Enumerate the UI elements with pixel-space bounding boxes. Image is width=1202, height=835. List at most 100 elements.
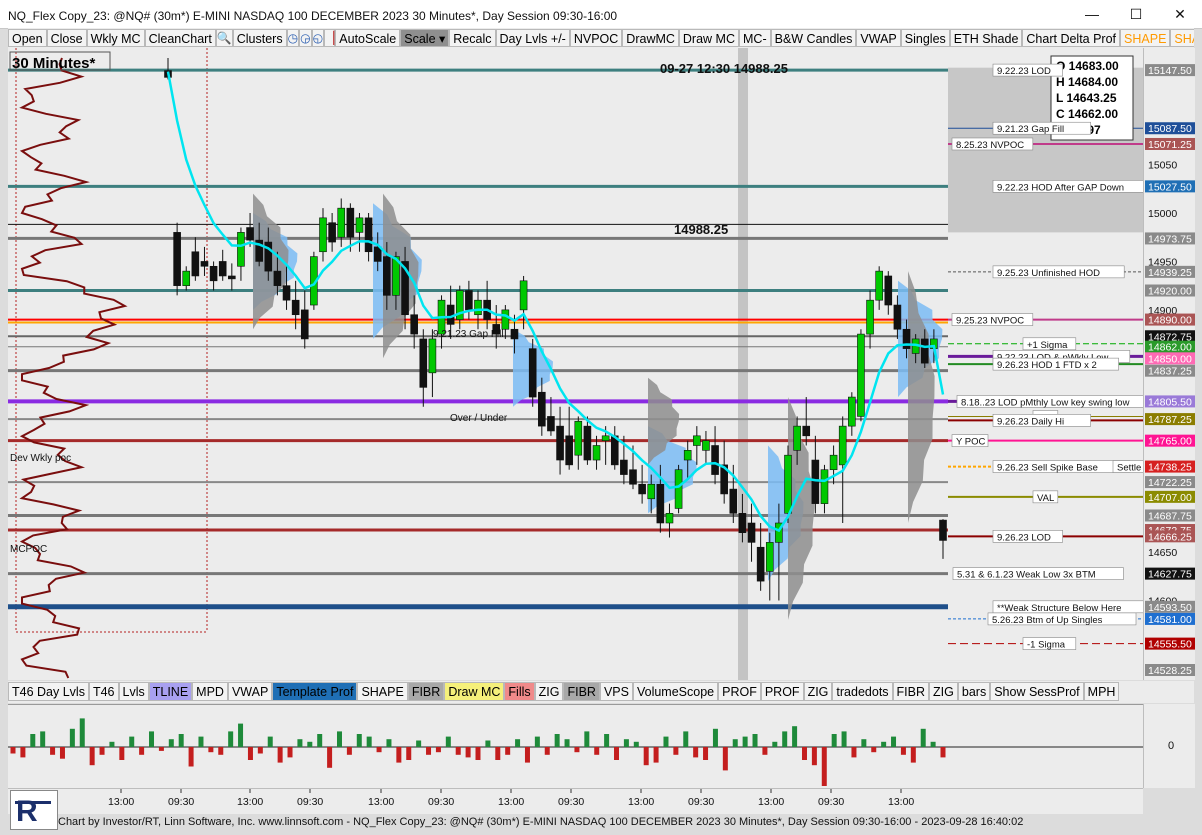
candle-body-68 [784,454,792,514]
delta-bar-29 [297,739,303,747]
candle-body-9 [246,227,254,241]
open-button[interactable]: Open [8,29,47,47]
drawmc-button[interactable]: DrawMC [622,29,679,47]
level-label-6: +1 Sigma [1027,340,1068,351]
delta-bar-25 [257,747,263,754]
candle-body-18 [328,222,336,243]
wkly-mc-button[interactable]: Wkly MC [86,29,145,47]
mpd-button[interactable]: MPD [192,682,228,701]
bw-candles-button[interactable]: B&W Candles [770,29,857,47]
level-label-17: 5.31 & 6.1.23 Weak Low 3x BTM [957,570,1096,581]
candle-settings-icon[interactable]: ▕ [324,29,336,47]
scale-dropdown[interactable]: Scale ▾ [400,29,450,47]
clock-plus-icon[interactable]: ◶ [299,29,312,47]
delta-bar-69 [693,747,699,758]
zoom-icon[interactable]: 🔍 [215,29,233,47]
top-toolbar: Open Close Wkly MC CleanChart 🔍 Clusters… [8,28,1194,48]
nvpoc-button[interactable]: NVPOC [569,29,623,47]
fibr-button-3[interactable]: FIBR [892,682,930,701]
singles-button[interactable]: Singles [900,29,950,47]
level-label-11: 9.26.23 Daily Hi [997,416,1064,427]
price-chart-area[interactable]: 30 Minutes* 09-27 12:30 14988.25 14988.25 D… [8,48,1173,680]
draw-mc-study-button[interactable]: Draw MC [444,682,505,701]
delta-bar-68 [683,731,689,747]
time-tick-10: 13:00 [758,796,784,808]
prof-button-1[interactable]: PROF [718,682,761,701]
lvls-button[interactable]: Lvls [118,682,149,701]
template-prof-button[interactable]: Template Prof [272,682,358,701]
t46-button[interactable]: T46 [88,682,119,701]
candle-body-46 [583,425,592,461]
prof-button-2[interactable]: PROF [760,682,804,701]
mph-button[interactable]: MPH [1083,682,1120,701]
recalc-button[interactable]: Recalc [449,29,496,47]
delta-bar-20 [208,747,214,753]
day-levels-button[interactable]: Day Lvls +/- [495,29,570,47]
price-tick-0: 15147.50 [1148,65,1192,77]
delta-subchart[interactable] [8,704,1143,789]
close-button[interactable]: Close [46,29,87,47]
level-label-5: 9.25.23 NVPOC [956,316,1024,327]
zig-button-3[interactable]: ZIG [929,682,958,701]
candle-body-38 [510,328,519,340]
volumescope-button[interactable]: VolumeScope [632,682,719,701]
fills-button[interactable]: Fills [504,682,535,701]
price-tick-9: 14920.00 [1148,286,1192,298]
vwap-button[interactable]: VWAP [856,29,901,47]
delta-bar-19 [198,736,204,747]
delta-bar-62 [623,739,629,747]
t46-day-lvls-button[interactable]: T46 Day Lvls [8,682,89,701]
delta-bar-64 [643,747,649,766]
sha-button[interactable]: SHA [1170,29,1194,47]
clusters-button[interactable]: Clusters [232,29,287,47]
delta-bar-40 [406,747,412,760]
maximize-button[interactable]: ☐ [1114,0,1158,28]
zig-button-2[interactable]: ZIG [803,682,833,701]
bars-button[interactable]: bars [957,682,991,701]
shape-button[interactable]: SHAPE [1120,29,1171,47]
candle-body-24 [383,256,391,296]
fibr-button-1[interactable]: FIBR [407,682,445,701]
fibr-button-2[interactable]: FIBR [563,682,600,701]
candle-body-48 [601,435,610,441]
delta-bar-38 [386,739,392,747]
mc-minus-button[interactable]: MC- [739,29,771,47]
eth-shade-button[interactable]: ETH Shade [949,29,1023,47]
zig-button-1[interactable]: ZIG [534,682,564,701]
candle-body-3 [191,251,200,277]
time-axis: 13:00 09:30 13:00 09:30 13:00 09:30 13:00 09:30… [8,788,1143,814]
shape-study-button[interactable]: SHAPE [357,682,408,701]
level-label-13: 9.26.23 Sell Spike Base [997,463,1098,474]
price-axis[interactable]: 15147.50 15087.50 15071.25 15050 15027.50 150… [1143,48,1195,680]
time-tick-3: 09:30 [297,796,323,808]
show-sessprof-button[interactable]: Show SessProf [990,682,1084,701]
draw-mc-button[interactable]: Draw MC [678,29,739,47]
dev-wkly-poc-label: Dev Wkly poc [10,453,71,464]
candle-body-50 [620,459,628,475]
autoscale-button[interactable]: AutoScale [335,29,401,47]
tline-button[interactable]: TLINE [148,682,193,701]
candle-body-64 [747,522,756,543]
clock-minus-icon[interactable]: ◵ [311,29,325,47]
price-tick-1: 15087.50 [1148,123,1192,135]
candle-body-74 [838,425,847,466]
vps-button[interactable]: VPS [599,682,633,701]
candle-body-85 [939,519,947,541]
price-chart[interactable]: 30 Minutes* 09-27 12:30 14988.25 14988.25 D… [8,48,1173,680]
delta-bar-34 [346,747,352,755]
price-tick-15: 14837.25 [1148,366,1192,378]
candle-body-79 [884,275,893,306]
candle-body-76 [857,333,865,417]
delta-bar-51 [515,739,521,747]
delta-bar-6 [69,728,75,747]
candle-body-42 [547,416,555,432]
clean-chart-button[interactable]: CleanChart [144,29,216,47]
clock-icon[interactable]: ◷ [286,29,300,47]
vwap-study-button[interactable]: VWAP [227,682,273,701]
level-label-0: 9.22.23 LOD [997,66,1051,77]
tradedots-button[interactable]: tradedots [832,682,893,701]
close-window-button[interactable]: ✕ [1158,0,1202,28]
level-label-18: **Weak Structure Below Here [997,603,1121,614]
chart-delta-prof-button[interactable]: Chart Delta Prof [1022,29,1121,47]
minimize-button[interactable]: — [1070,0,1114,28]
